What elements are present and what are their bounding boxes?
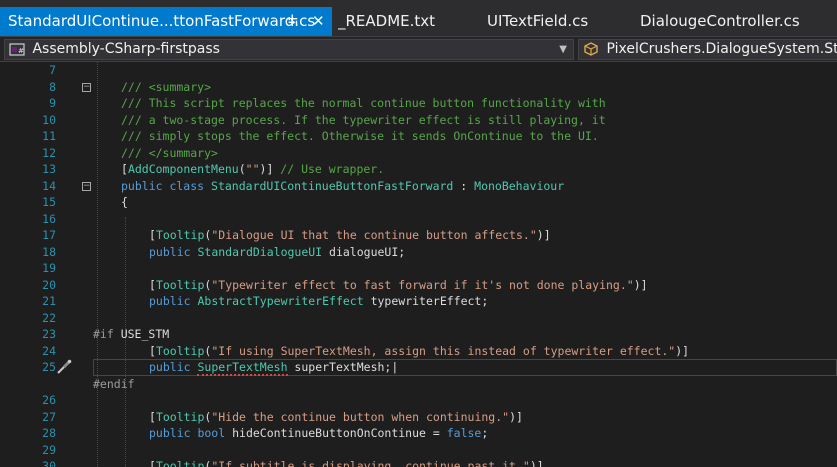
line-number: 11 xyxy=(42,129,56,143)
line-number: 23 xyxy=(42,327,56,341)
code-line: 23 #if USE_STM xyxy=(0,326,837,343)
line-number: 25 xyxy=(42,360,56,374)
type-scope-label: PixelCrushers.DialogueSystem.Stand xyxy=(606,41,837,57)
project-label: Assembly-CSharp-firstpass xyxy=(32,41,220,57)
line-number: 12 xyxy=(42,145,56,160)
code-text: [AddComponentMenu("")] // Use wrapper. xyxy=(121,162,385,176)
line-number: 7 xyxy=(49,63,56,77)
code-line: 17 [Tooltip("Dialogue UI that the contin… xyxy=(0,227,837,244)
line-number: 26 xyxy=(42,393,56,407)
code-line: 26 xyxy=(0,392,837,409)
line-number: 9 xyxy=(49,96,56,110)
document-tab-bar: StandardUIContinue...ttonFastForward.cs … xyxy=(0,0,837,36)
code-line: 30 [Tooltip("If subtitle is displaying, … xyxy=(0,458,837,467)
code-line: 14 − public class StandardUIContinueButt… xyxy=(0,178,837,195)
line-number: 18 xyxy=(42,244,56,259)
navigation-bar: # Assembly-CSharp-firstpass ▼ PixelCrush… xyxy=(0,36,837,62)
tab-readme[interactable]: _README.txt xyxy=(338,7,458,36)
code-line: 19 xyxy=(0,260,837,277)
tab-label: _README.txt xyxy=(338,12,436,30)
code-text: #if USE_STM xyxy=(93,327,170,341)
tab-standarduicontinuebuttonfastforward[interactable]: StandardUIContinue...ttonFastForward.cs … xyxy=(0,7,332,36)
code-line: 28 public bool hideContinueButtonOnConti… xyxy=(0,425,837,442)
line-number: 20 xyxy=(42,277,56,292)
code-text: public AbstractTypewriterEffect typewrit… xyxy=(149,294,489,308)
line-number: 22 xyxy=(42,310,56,325)
code-line: 7 xyxy=(0,62,837,79)
line-number: 29 xyxy=(42,442,56,457)
line-number: 19 xyxy=(42,261,56,275)
code-text: [Tooltip("If using SuperTextMesh, assign… xyxy=(149,343,690,358)
code-line: 27 [Tooltip("Hide the continue button wh… xyxy=(0,409,837,426)
line-number: 27 xyxy=(42,409,56,424)
code-line: 9 /// This script replaces the normal co… xyxy=(0,95,837,112)
collapse-icon[interactable]: − xyxy=(82,181,91,191)
code-editor[interactable]: 7 8 − /// <summary> 9 /// This script re… xyxy=(0,62,837,467)
code-text: [Tooltip("Dialogue UI that the continue … xyxy=(149,228,551,242)
code-text: /// This script replaces the normal cont… xyxy=(121,96,606,110)
code-line: 11 /// simply stops the effect. Otherwis… xyxy=(0,128,837,145)
code-line: 18 public StandardDialogueUI dialogueUI; xyxy=(0,244,837,261)
quick-actions-screwdriver-icon[interactable] xyxy=(55,359,73,375)
tab-label: UITextField.cs xyxy=(487,12,589,30)
code-text: public StandardDialogueUI dialogueUI; xyxy=(149,244,406,259)
line-number: 13 xyxy=(42,162,56,176)
code-text: [Tooltip("Typewriter effect to fast forw… xyxy=(149,277,648,292)
tab-label: DialougeController.cs xyxy=(640,12,800,30)
code-text: [Tooltip("Hide the continue button when … xyxy=(149,409,523,424)
code-text: { xyxy=(121,195,128,209)
line-number: 21 xyxy=(42,294,56,308)
code-line: 20 [Tooltip("Typewriter effect to fast f… xyxy=(0,277,837,294)
code-text: public SuperTextMesh superTextMesh;| xyxy=(149,360,399,376)
svg-text:#: # xyxy=(18,47,24,55)
code-line: 24 [Tooltip("If using SuperTextMesh, ass… xyxy=(0,343,837,360)
code-text: /// a two-stage process. If the typewrit… xyxy=(121,112,606,127)
code-line: 22 xyxy=(0,310,837,327)
project-dropdown[interactable]: # Assembly-CSharp-firstpass ▼ xyxy=(4,39,574,60)
code-line: 8 − /// <summary> xyxy=(0,79,837,96)
line-number: 16 xyxy=(42,211,56,226)
chevron-down-icon: ▼ xyxy=(559,44,567,55)
code-line-current: 25 public SuperTextMesh superTextMesh;| xyxy=(0,359,837,376)
code-line: 13 [AddComponentMenu("")] // Use wrapper… xyxy=(0,161,837,178)
line-number: 24 xyxy=(42,343,56,358)
tab-dialougecontroller[interactable]: DialougeController.cs xyxy=(640,7,837,36)
pin-icon[interactable]: ⭾ xyxy=(288,7,298,36)
csharp-project-icon: # xyxy=(9,43,25,56)
line-number: 10 xyxy=(42,112,56,127)
code-text: public bool hideContinueButtonOnContinue… xyxy=(149,426,489,440)
collapse-icon[interactable]: − xyxy=(82,82,91,92)
code-text: [Tooltip("If subtitle is displaying, con… xyxy=(149,459,544,467)
line-number: 28 xyxy=(42,426,56,440)
code-text: /// <summary> xyxy=(121,79,212,94)
line-number: 8 xyxy=(49,79,56,94)
line-number: 15 xyxy=(42,195,56,209)
close-icon[interactable]: ✕ xyxy=(312,7,325,36)
code-line: 29 xyxy=(0,442,837,459)
line-number: 30 xyxy=(42,459,56,467)
class-icon xyxy=(584,42,598,56)
tab-uitextfield[interactable]: UITextField.cs xyxy=(487,7,617,36)
line-number: 17 xyxy=(42,228,56,242)
type-scope-dropdown[interactable]: PixelCrushers.DialogueSystem.Stand xyxy=(578,39,837,60)
line-number: 14 xyxy=(42,178,56,193)
code-line: 21 public AbstractTypewriterEffect typew… xyxy=(0,293,837,310)
code-text: /// </summary> xyxy=(121,145,218,160)
code-line: 16 xyxy=(0,211,837,228)
code-line: #endif xyxy=(0,376,837,393)
code-text: #endif xyxy=(93,376,135,391)
code-text: /// simply stops the effect. Otherwise i… xyxy=(121,129,599,143)
code-line: 10 /// a two-stage process. If the typew… xyxy=(0,112,837,129)
code-line: 12 /// </summary> xyxy=(0,145,837,162)
code-line: 15 { xyxy=(0,194,837,211)
tab-label: StandardUIContinue...ttonFastForward.cs xyxy=(8,12,316,30)
code-text: public class StandardUIContinueButtonFas… xyxy=(121,178,565,193)
